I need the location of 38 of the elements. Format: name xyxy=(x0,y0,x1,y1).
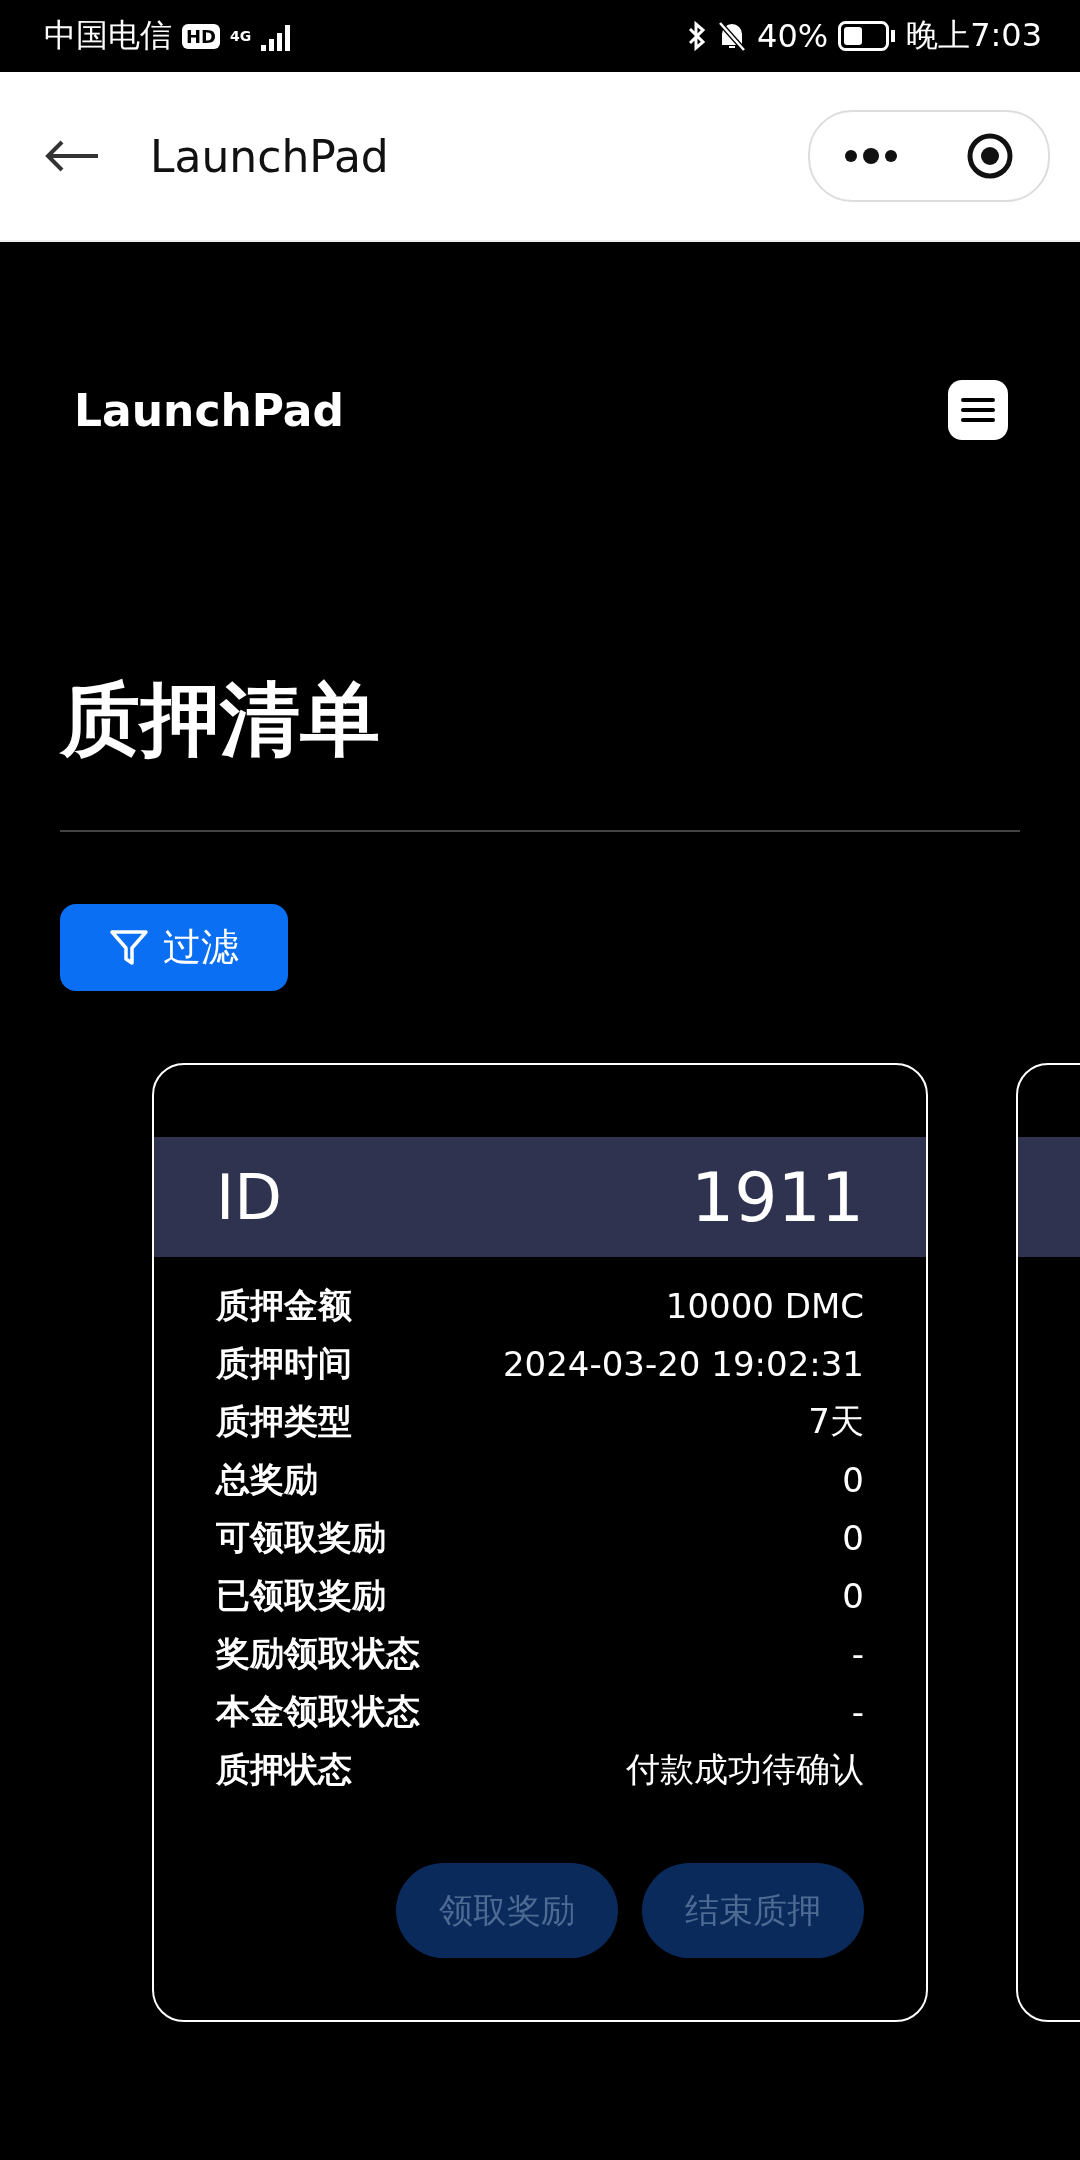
field-label: 已领取奖励 xyxy=(216,1574,386,1617)
hd-badge: HD xyxy=(182,23,220,49)
field-value: 2024-03-20 19:02:31 xyxy=(502,1344,864,1384)
carrier-name: 中国电信 xyxy=(44,15,172,56)
menu-button[interactable] xyxy=(948,380,1008,440)
field-label: 奖励领取状态 xyxy=(216,1632,420,1675)
field-value: 7天 xyxy=(808,1400,864,1443)
field-label: 质押金额 xyxy=(216,1284,352,1327)
back-arrow-icon[interactable] xyxy=(44,139,100,173)
more-dots-icon[interactable] xyxy=(844,148,898,164)
field-value: 0 xyxy=(842,1576,864,1616)
bluetooth-icon xyxy=(687,20,707,52)
field-label: 质押状态 xyxy=(216,1748,352,1791)
field-value: 0 xyxy=(842,1460,864,1500)
brand-logo[interactable]: LaunchPad xyxy=(74,384,345,436)
field-label: 本金领取状态 xyxy=(216,1690,420,1733)
menu-icon xyxy=(961,397,995,423)
battery-percent: 40% xyxy=(757,17,829,55)
field-value: 付款成功待确认 xyxy=(626,1748,864,1791)
id-value: 1911 xyxy=(690,1157,864,1237)
nav-title: LaunchPad xyxy=(150,130,390,182)
field-value: 0 xyxy=(842,1518,864,1558)
field-value: 10000 DMC xyxy=(665,1286,864,1326)
field-label: 可领取奖励 xyxy=(216,1516,386,1559)
network-type: 4G xyxy=(230,28,252,44)
filter-button[interactable]: 过滤 xyxy=(60,904,288,991)
battery-icon xyxy=(838,21,897,51)
filter-icon xyxy=(109,927,149,968)
clock-time: 晚上7:03 xyxy=(906,15,1042,56)
field-label: 质押时间 xyxy=(216,1342,352,1385)
field-label: 质押类型 xyxy=(216,1400,352,1443)
field-value: - xyxy=(851,1634,864,1674)
field-label: 总奖励 xyxy=(216,1458,318,1501)
bell-muted-icon xyxy=(717,20,747,52)
id-label: ID xyxy=(216,1160,283,1234)
target-icon[interactable] xyxy=(966,132,1014,180)
field-value: - xyxy=(851,1692,864,1732)
page-title: 质押清单 xyxy=(60,680,381,760)
